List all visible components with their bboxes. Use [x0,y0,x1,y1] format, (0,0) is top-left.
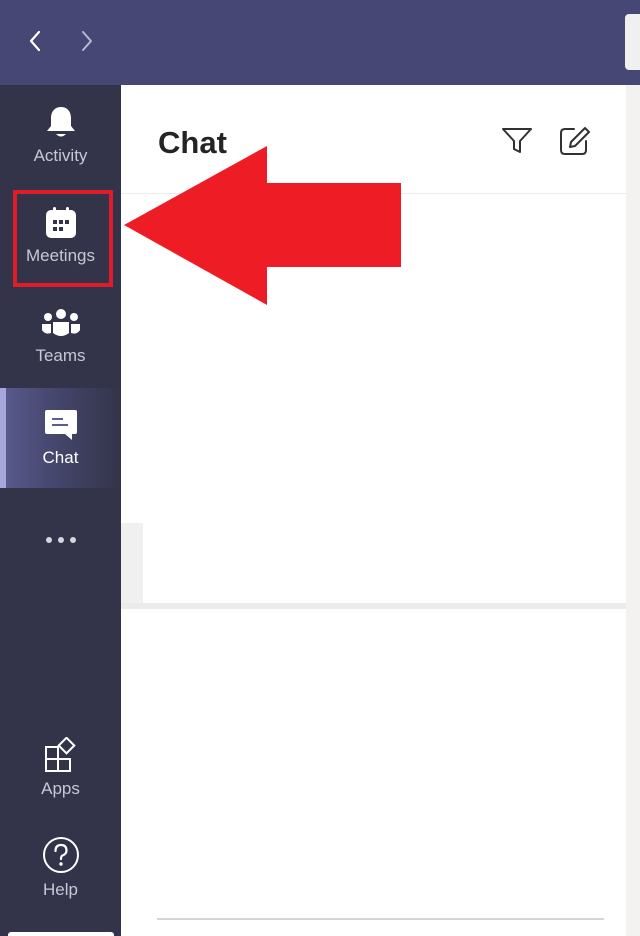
chat-icon [44,410,77,440]
new-chat-button[interactable] [557,123,593,159]
title-bar [0,0,640,85]
forward-button[interactable] [72,26,102,56]
rail-item-apps[interactable]: Apps [0,718,121,818]
bottom-divider [157,918,604,920]
filter-icon [502,128,532,153]
section-divider [121,603,626,609]
rail-item-label: Help [43,880,78,899]
help-icon [42,837,79,873]
more-dot-icon [69,537,76,543]
rail-item-teams[interactable]: Teams [0,287,121,387]
more-apps-button[interactable] [0,525,121,555]
annotation-arrow [124,146,401,305]
compose-icon [560,127,590,155]
teams-window: Activity Meetings Teams Chat Apps Help C… [0,0,640,936]
profile-stub[interactable] [8,932,114,936]
rail-item-label: Activity [33,146,88,165]
chevron-left-icon [29,30,41,52]
rail-item-chat[interactable]: Chat [0,388,121,488]
rail-item-label: Teams [35,346,86,365]
teams-icon [41,309,80,336]
filter-button[interactable] [499,123,535,159]
rail-item-help[interactable]: Help [0,818,121,918]
bell-icon [46,107,75,137]
conversation-area-edge [626,85,640,936]
more-dot-icon [45,537,52,543]
search-box[interactable] [625,14,640,70]
back-button[interactable] [20,26,50,56]
more-dot-icon [57,537,64,543]
meetings-highlight-box [13,190,113,287]
rail-item-label: Apps [41,779,80,798]
rail-item-label: Chat [42,448,79,467]
rail-item-activity[interactable]: Activity [0,85,121,185]
list-scroll-region [121,523,143,605]
chevron-right-icon [82,31,92,51]
apps-icon [44,737,76,772]
